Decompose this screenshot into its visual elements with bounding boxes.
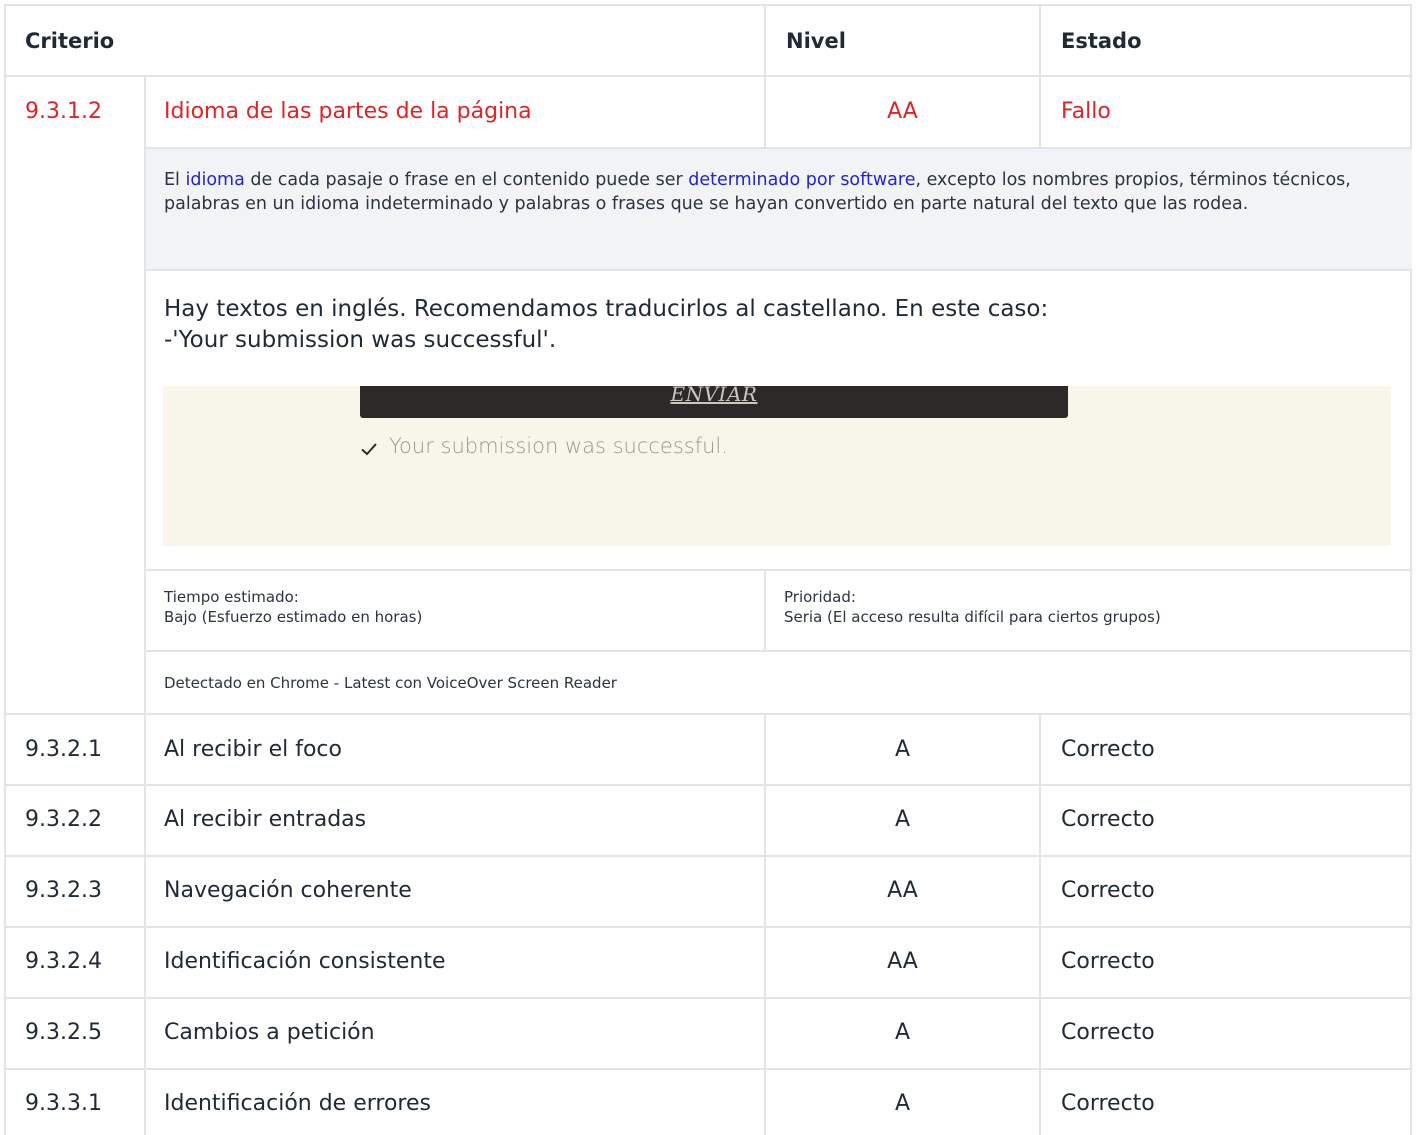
accessibility-criteria-table: Criterio Nivel Estado 9.3.1.2 Idioma de … [0, 0, 1416, 1135]
table-border-left [4, 4, 6, 1135]
screenshot-submit-label: ENVIAR [670, 386, 758, 406]
criterion-id: 9.3.2.3 [25, 878, 102, 903]
row-divider [4, 1068, 1412, 1070]
criterion-id: 9.3.3.1 [25, 1091, 102, 1116]
header-nivel: Nivel [786, 29, 846, 53]
criterion-status: Correcto [1061, 949, 1155, 974]
description-link-determinado[interactable]: determinado por software [688, 170, 915, 190]
criterion-name: Al recibir el foco [164, 737, 342, 762]
criterion-status: Correcto [1061, 737, 1155, 762]
criterion-status: Correcto [1061, 1091, 1155, 1116]
criterion-status: Correcto [1061, 1020, 1155, 1045]
priority-label: Prioridad: [784, 588, 856, 606]
criterion-level: A [894, 737, 911, 762]
criterion-name: Cambios a petición [164, 1020, 375, 1045]
criterion-name: Identificación de errores [164, 1091, 431, 1116]
screenshot-success-message: Your submission was successful. [389, 434, 728, 458]
criterion-level: A [894, 807, 911, 832]
criterion-description: El idioma de cada pasaje o frase en el c… [164, 168, 1394, 216]
criterion-name: Al recibir entradas [164, 807, 367, 832]
failed-criterion-status: Fallo [1061, 99, 1111, 124]
priority: Prioridad: Seria (El acceso resulta difí… [784, 587, 1161, 627]
table-border-top [4, 4, 1412, 6]
row-divider [4, 926, 1412, 928]
description-bottom-border [146, 269, 1412, 271]
criterion-status: Correcto [1061, 878, 1155, 903]
criterion-id: 9.3.2.1 [25, 737, 102, 762]
criterion-status: Correcto [1061, 807, 1155, 832]
meta-top-border [146, 569, 1412, 571]
header-col-divider-1 [764, 4, 766, 77]
row-divider [4, 855, 1412, 857]
criterion-level: AA [887, 878, 918, 903]
detected-in: Detectado en Chrome - Latest con VoiceOv… [164, 674, 617, 692]
time-estimate: Tiempo estimado: Bajo (Esfuerzo estimado… [164, 587, 422, 627]
description-text-2: de cada pasaje o frase en el contenido p… [244, 170, 689, 190]
rows-top-border [4, 713, 1412, 715]
comment-line-2: -'Your submission was successful'. [164, 327, 557, 353]
priority-value: Seria (El acceso resulta difícil para ci… [784, 608, 1161, 626]
row-divider [4, 784, 1412, 786]
header-estado: Estado [1061, 29, 1142, 53]
criterion-id: 9.3.2.4 [25, 949, 102, 974]
evidence-screenshot: ENVIAR Your submission was successful. [163, 386, 1391, 546]
auditor-comment: Hay textos en inglés. Recomendamos tradu… [164, 294, 1048, 356]
row-divider [4, 997, 1412, 999]
description-text-1: El [164, 170, 186, 190]
failed-criterion-name: Idioma de las partes de la página [164, 99, 532, 124]
header-criterio: Criterio [25, 29, 115, 53]
criterion-id: 9.3.2.2 [25, 807, 102, 832]
time-estimate-label: Tiempo estimado: [164, 588, 299, 606]
criterion-name: Identificación consistente [164, 949, 446, 974]
criterion-name: Navegación coherente [164, 878, 412, 903]
screenshot-submit-button: ENVIAR [360, 386, 1068, 418]
meta-col-divider [764, 571, 766, 651]
criterion-level: AA [887, 949, 918, 974]
failed-criterion-id: 9.3.1.2 [25, 99, 102, 124]
check-icon [361, 443, 377, 456]
rows-col-divider-1 [764, 715, 766, 1135]
meta-bottom-border [146, 650, 1412, 652]
failed-row-col-divider-2 [1039, 77, 1041, 149]
comment-line-1: Hay textos en inglés. Recomendamos tradu… [164, 296, 1049, 322]
rows-col-divider-2 [1039, 715, 1041, 1135]
header-divider [4, 75, 1412, 77]
time-estimate-value: Bajo (Esfuerzo estimado en horas) [164, 608, 423, 626]
header-col-divider-2 [1039, 4, 1041, 77]
failed-criterion-level: AA [887, 99, 918, 124]
criterion-level: A [894, 1091, 911, 1116]
criterion-id: 9.3.2.5 [25, 1020, 102, 1045]
description-link-idioma[interactable]: idioma [185, 170, 244, 190]
criterion-level: A [894, 1020, 911, 1045]
